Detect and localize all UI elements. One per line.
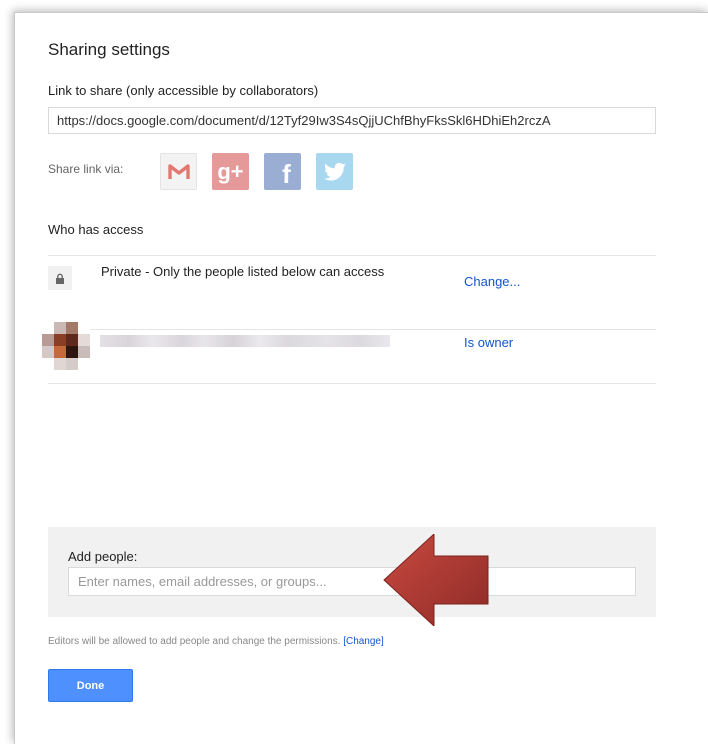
dialog-title: Sharing settings (48, 40, 170, 59)
owner-role-link[interactable]: Is owner (464, 335, 513, 350)
done-button[interactable]: Done (48, 669, 133, 702)
add-people-input[interactable] (68, 567, 636, 596)
twitter-icon (323, 162, 346, 180)
add-people-panel: Add people: (48, 527, 656, 617)
divider (48, 329, 656, 330)
divider (48, 383, 656, 384)
change-visibility-link[interactable]: Change... (464, 274, 520, 289)
editors-permission-note: Editors will be allowed to add people an… (48, 636, 384, 647)
gmail-icon (167, 163, 190, 179)
google-plus-icon: g+ (217, 158, 244, 184)
google-plus-share-button[interactable]: g+ (212, 153, 249, 190)
link-label: Link to share (only accessible by collab… (48, 83, 319, 98)
owner-name-redacted (100, 335, 390, 347)
annotation-arrow-icon (383, 534, 489, 626)
twitter-share-button[interactable] (316, 153, 353, 190)
avatar (42, 322, 90, 370)
editors-note-text: Editors will be allowed to add people an… (48, 636, 341, 647)
visibility-description: Private - Only the people listed below c… (101, 264, 385, 279)
who-has-access-title: Who has access (48, 222, 144, 237)
gmail-share-button[interactable] (160, 153, 197, 190)
lock-icon (48, 266, 72, 290)
add-people-label: Add people: (68, 549, 138, 564)
facebook-icon: f (282, 159, 291, 189)
share-link-field[interactable]: https://docs.google.com/document/d/12Tyf… (48, 107, 656, 134)
share-via-label: Share link via: (48, 162, 124, 176)
facebook-share-button[interactable]: f (264, 153, 301, 190)
divider (48, 255, 656, 256)
change-permissions-link[interactable]: [Change] (343, 636, 384, 647)
